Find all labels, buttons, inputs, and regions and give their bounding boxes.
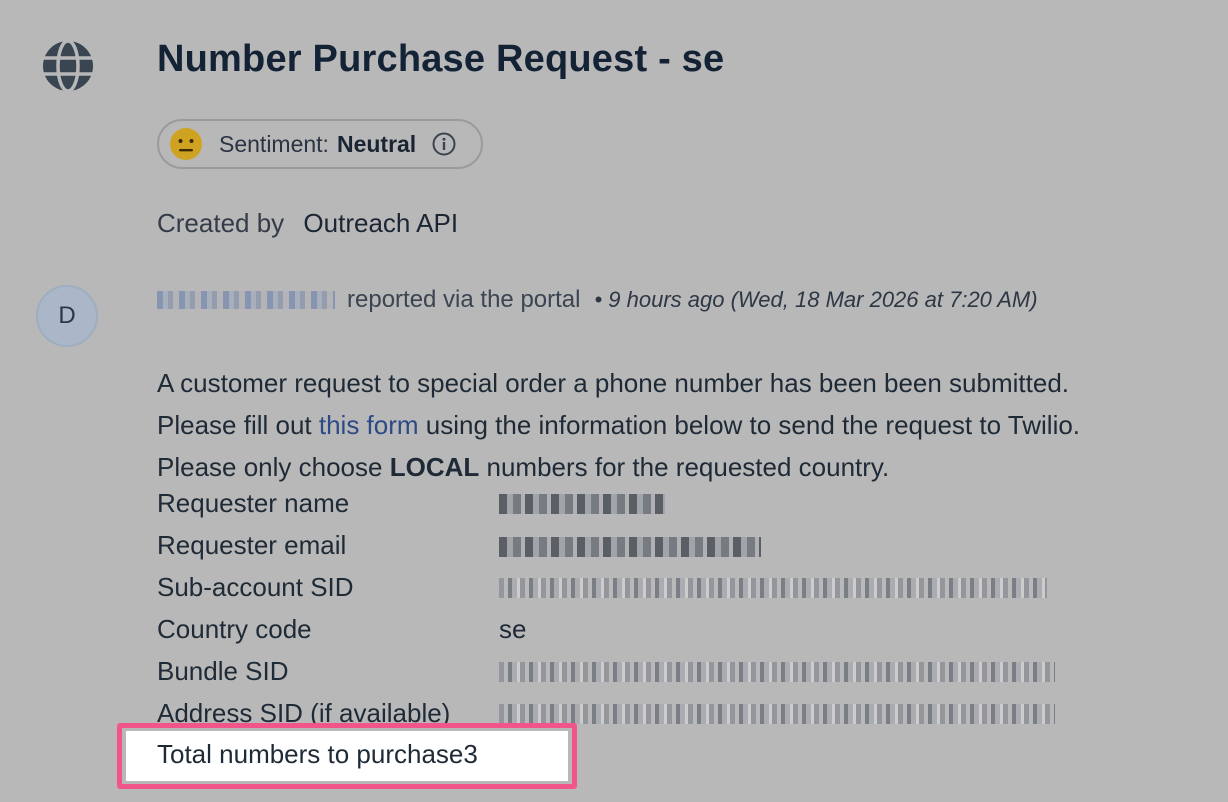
- message-line: Please only choose LOCAL numbers for the…: [157, 446, 1080, 488]
- message-text: Please only choose: [157, 452, 390, 482]
- message-bold-text: LOCAL: [389, 452, 480, 482]
- report-line: reported via the portal • 9 hours ago (W…: [157, 286, 1038, 314]
- redacted-requester-name: [499, 494, 665, 514]
- reported-via-text: reported via the portal: [347, 286, 581, 313]
- neutral-face-icon: [170, 128, 202, 160]
- ticket-title: Number Purchase Request - se: [157, 38, 725, 80]
- info-icon[interactable]: [432, 132, 456, 156]
- creator-name[interactable]: Outreach API: [303, 208, 458, 238]
- redacted-address-sid: [499, 704, 1055, 724]
- avatar-initial: D: [58, 302, 76, 329]
- requester-email-label: Requester email: [157, 530, 347, 560]
- globe-icon: [43, 39, 93, 93]
- message-line: Please fill out this form using the info…: [157, 404, 1080, 446]
- message-line: A customer request to special order a ph…: [157, 368, 1070, 398]
- requester-name-label: Requester name: [157, 488, 350, 518]
- redacted-bundle-sid: [499, 662, 1055, 682]
- bundle-sid-label: Bundle SID: [157, 656, 289, 686]
- country-code-label: Country code: [157, 614, 312, 644]
- subaccount-sid-label: Sub-account SID: [157, 572, 354, 602]
- message-body: A customer request to special order a ph…: [157, 362, 1080, 488]
- form-link[interactable]: this form: [319, 410, 419, 440]
- redacted-requester-email: [499, 537, 761, 557]
- total-numbers-label: Total numbers to purchase3: [157, 739, 478, 769]
- redacted-reporter-name[interactable]: [157, 291, 335, 309]
- created-by: Created by Outreach API: [157, 208, 458, 239]
- sentiment-label: Sentiment:: [219, 130, 329, 157]
- message-text: numbers for the requested country.: [479, 452, 890, 482]
- message-text: using the information below to send the …: [418, 410, 1081, 440]
- message-text: Please fill out: [157, 410, 319, 440]
- avatar[interactable]: D: [36, 285, 98, 347]
- report-timestamp: • 9 hours ago (Wed, 18 Mar 2026 at 7:20 …: [594, 287, 1038, 312]
- created-by-label: Created by: [157, 208, 285, 238]
- sentiment-badge[interactable]: Sentiment: Neutral: [157, 119, 483, 169]
- redacted-subaccount-sid: [499, 578, 1047, 598]
- sentiment-value: Neutral: [336, 130, 417, 157]
- country-code-value: se: [499, 614, 527, 644]
